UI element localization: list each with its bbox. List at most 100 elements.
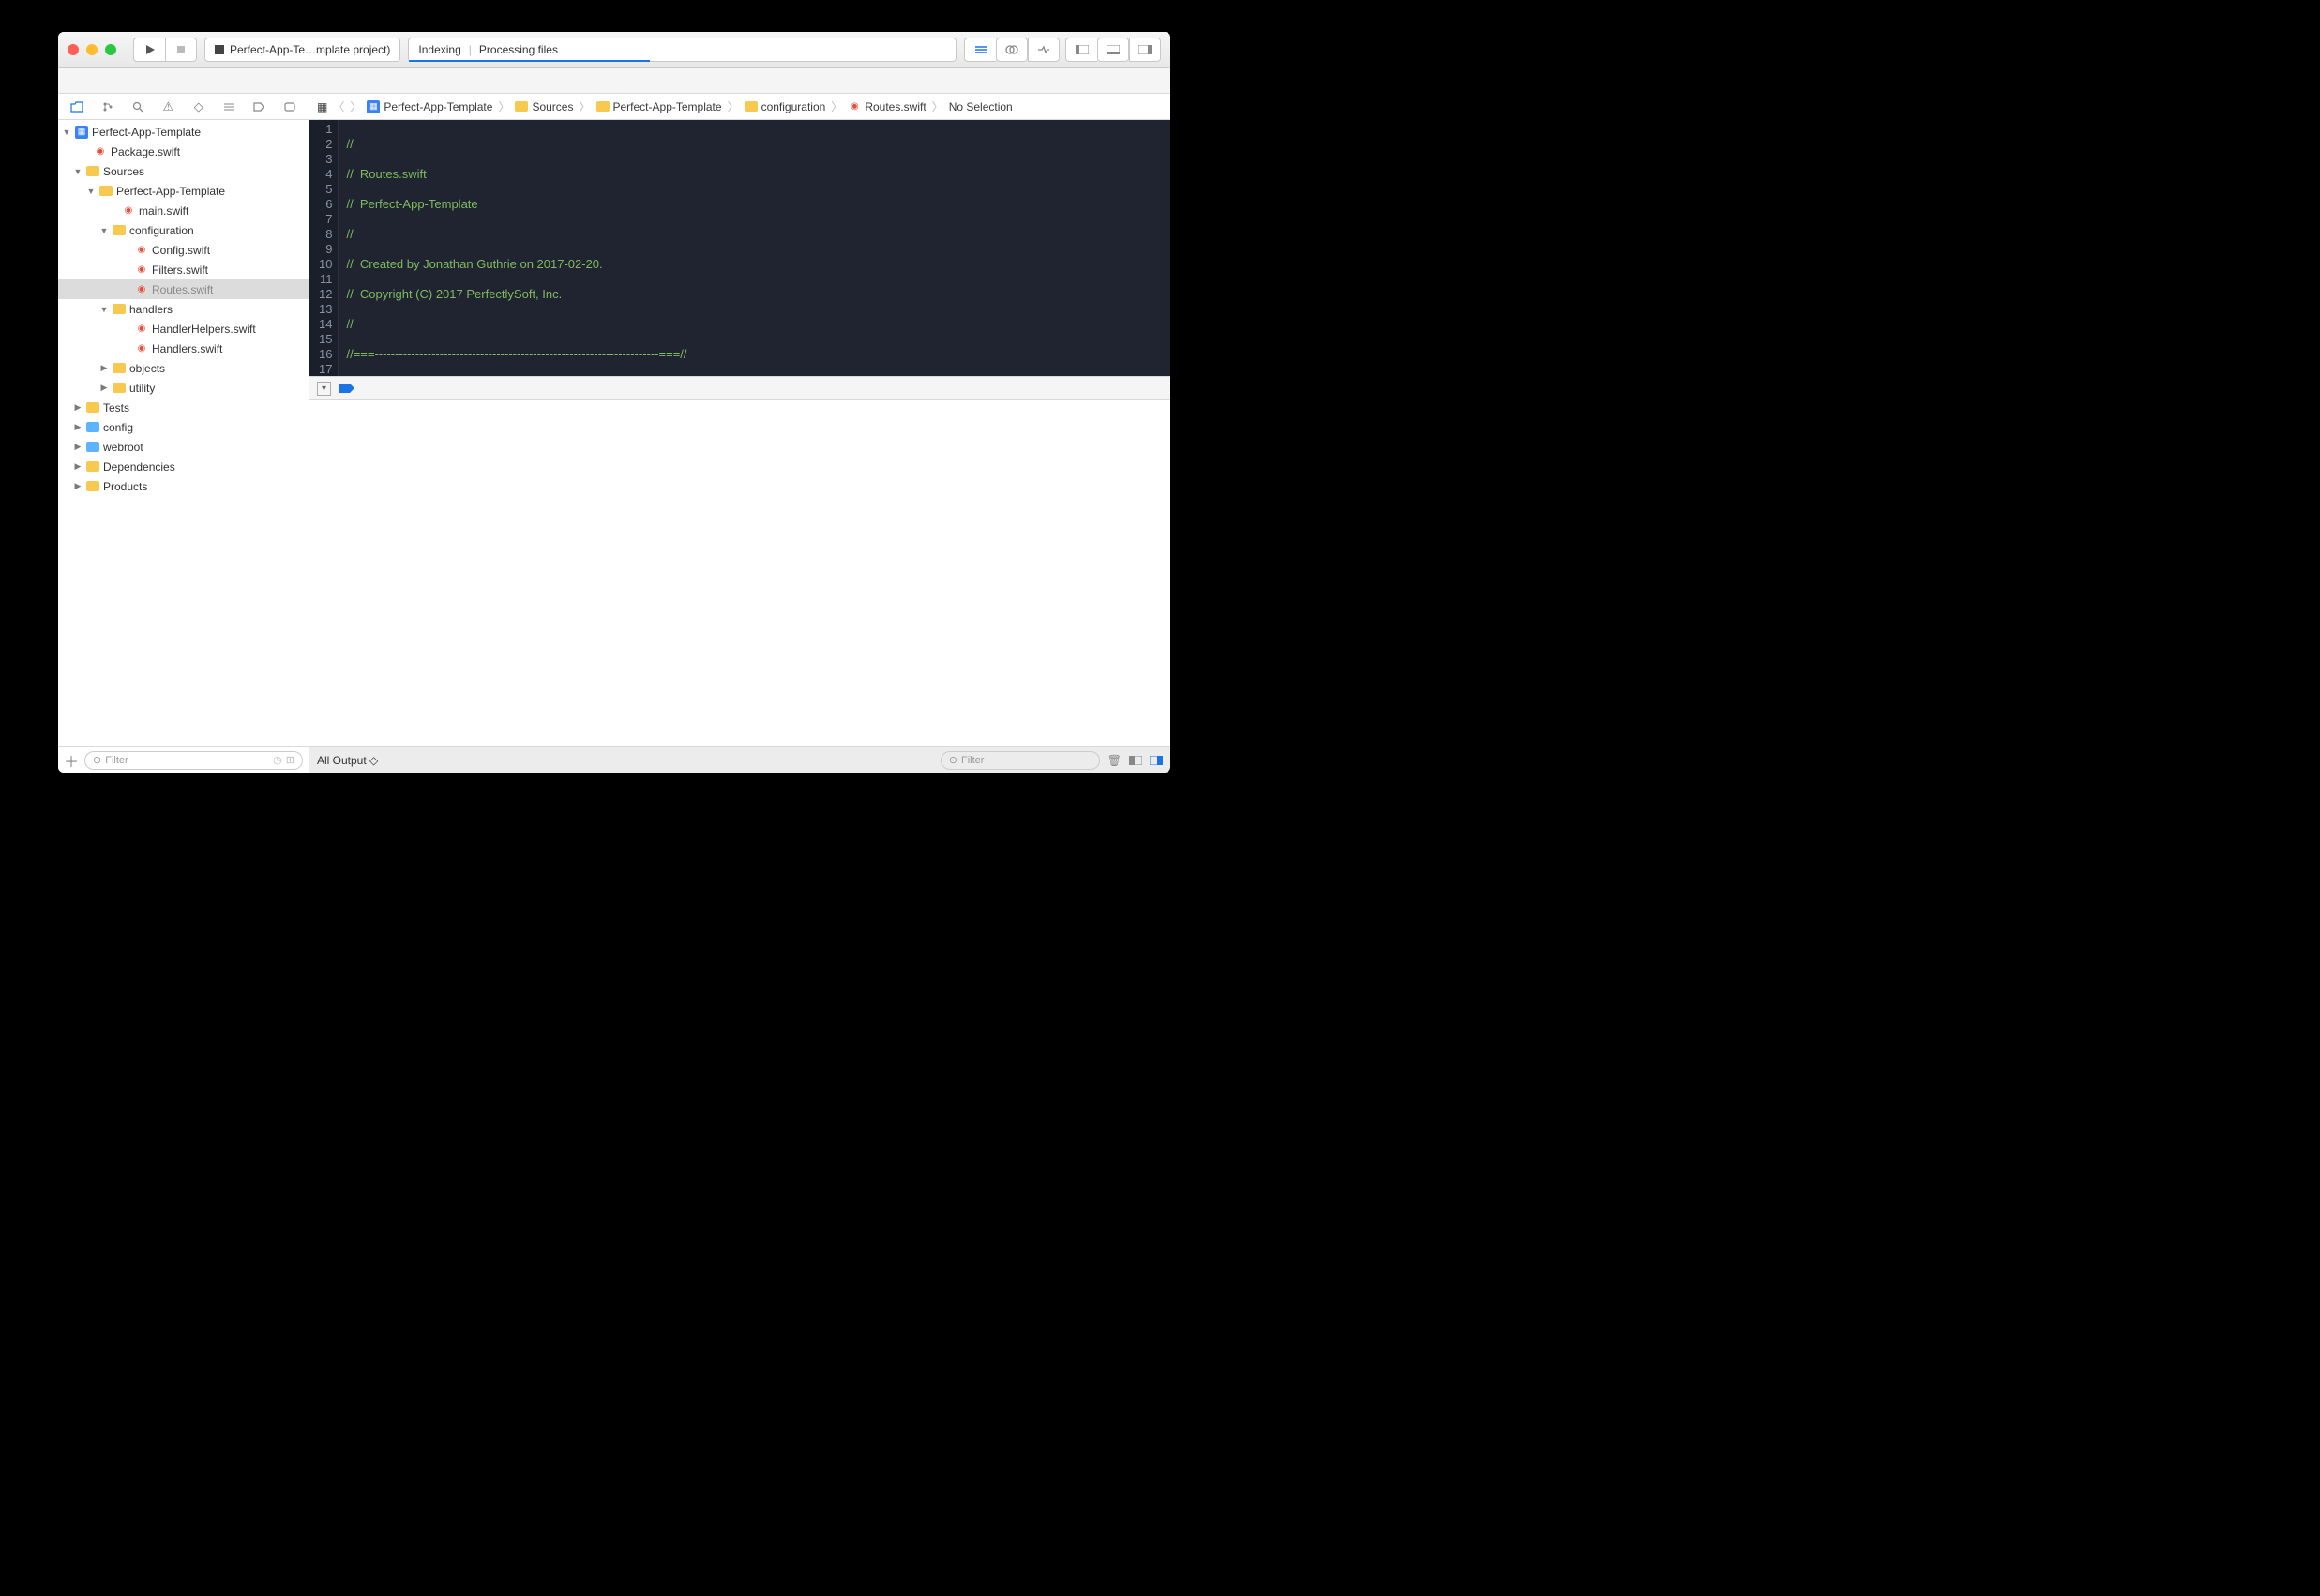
xcode-window: Perfect-App-Te…mplate project) Indexing …	[58, 32, 1170, 773]
add-button[interactable]: ＋	[64, 749, 79, 772]
run-stop-group	[133, 38, 197, 62]
swift-icon: ◉	[135, 283, 148, 296]
navigator-selector: ⚠︎ ◇	[58, 94, 309, 120]
tree-label: Sources	[103, 165, 144, 178]
window-controls	[68, 44, 116, 55]
scm-icon[interactable]: ⊞	[286, 754, 294, 766]
crumb-symbol[interactable]: No Selection	[949, 100, 1013, 113]
toggle-inspector-button[interactable]	[1129, 38, 1161, 62]
swift-icon: ◉	[94, 145, 107, 158]
tree-item-handlerhelpers[interactable]: ◉HandlerHelpers.swift	[58, 319, 309, 339]
tree-label: utility	[129, 382, 155, 395]
navigator-footer: ＋ ⊙ Filter ◷ ⊞	[58, 746, 309, 773]
source-control-navigator-icon[interactable]	[99, 98, 116, 115]
back-button[interactable]: 〈	[333, 98, 344, 114]
tree-label: Config.swift	[152, 244, 210, 257]
filter-placeholder: Filter	[961, 755, 984, 766]
trash-icon[interactable]: 🗑	[1107, 754, 1122, 767]
tree-item-config[interactable]: ◉ Config.swift	[58, 240, 309, 260]
tree-label: Filters.swift	[152, 263, 208, 277]
breakpoints-icon[interactable]	[339, 383, 355, 394]
navigator-filter[interactable]: ⊙ Filter ◷ ⊞	[84, 751, 303, 770]
tree-item-sources[interactable]: ▼Sources	[58, 161, 309, 181]
debug-navigator-icon[interactable]	[220, 98, 237, 115]
close-icon[interactable]	[68, 44, 79, 55]
test-navigator-icon[interactable]: ◇	[190, 98, 207, 115]
folder-icon	[86, 402, 99, 413]
tree-item-handlers[interactable]: ▼handlers	[58, 299, 309, 319]
source-text[interactable]: // // Routes.swift // Perfect-App-Templa…	[339, 120, 817, 376]
standard-editor-button[interactable]	[964, 38, 996, 62]
tree-label: config	[103, 421, 133, 434]
variables-pane-icon[interactable]	[1129, 756, 1142, 765]
crumb-pat[interactable]: Perfect-App-Template	[596, 100, 722, 113]
toolbar-right	[964, 38, 1161, 62]
toggle-navigator-button[interactable]	[1065, 38, 1097, 62]
zoom-icon[interactable]	[105, 44, 116, 55]
crumb-sources[interactable]: Sources	[515, 100, 573, 113]
crumb-project[interactable]: ▦Perfect-App-Template	[367, 100, 492, 113]
code-editor[interactable]: 1234567891011121314151617181920212223242…	[309, 120, 1170, 376]
tree-item-handlersfile[interactable]: ◉Handlers.swift	[58, 339, 309, 358]
tree-label: configuration	[129, 224, 194, 237]
folder-icon	[86, 481, 99, 491]
console-output[interactable]	[309, 400, 1170, 746]
tree-item-dependencies[interactable]: ▶Dependencies	[58, 457, 309, 476]
status-processing: Processing files	[479, 43, 558, 56]
minimize-icon[interactable]	[86, 44, 98, 55]
issue-navigator-icon[interactable]: ⚠︎	[159, 98, 176, 115]
tree-label: Perfect-App-Template	[116, 185, 225, 198]
tree-label: webroot	[103, 441, 143, 454]
folder-icon	[99, 186, 113, 196]
report-navigator-icon[interactable]	[281, 98, 298, 115]
tree-item-configdir[interactable]: ▶config	[58, 417, 309, 437]
jump-bar[interactable]: ▦ 〈 〉 ▦Perfect-App-Template〉 Sources〉 Pe…	[309, 94, 1170, 120]
folder-icon	[596, 101, 610, 112]
tree-item-configuration[interactable]: ▼configuration	[58, 220, 309, 240]
assistant-editor-button[interactable]	[996, 38, 1028, 62]
toggle-debug-button[interactable]	[1097, 38, 1129, 62]
tree-item-package[interactable]: ◉Package.swift	[58, 142, 309, 161]
tree-item-utility[interactable]: ▶utility	[58, 378, 309, 398]
project-icon: ▦	[75, 126, 88, 139]
crumb-file[interactable]: ◉Routes.swift	[848, 100, 926, 113]
recent-icon[interactable]: ◷	[273, 754, 282, 766]
folder-icon	[113, 363, 126, 373]
tree-label: Routes.swift	[152, 283, 213, 296]
related-items-icon[interactable]: ▦	[317, 100, 327, 113]
tree-item-main[interactable]: ◉main.swift	[58, 201, 309, 220]
project-icon: ▦	[367, 100, 380, 113]
folder-icon	[113, 225, 126, 235]
tree-item-webroot[interactable]: ▶webroot	[58, 437, 309, 457]
version-editor-button[interactable]	[1028, 38, 1060, 62]
tree-label: Handlers.swift	[152, 342, 222, 355]
breakpoint-navigator-icon[interactable]	[250, 98, 267, 115]
tree-item-tests[interactable]: ▶Tests	[58, 398, 309, 417]
console-pane-icon[interactable]	[1150, 756, 1163, 765]
project-navigator-icon[interactable]	[68, 98, 85, 115]
editor-area: ▦ 〈 〉 ▦Perfect-App-Template〉 Sources〉 Pe…	[309, 94, 1170, 773]
tree-project-root[interactable]: ▼▦Perfect-App-Template	[58, 122, 309, 142]
console-filter[interactable]: ⊙ Filter	[941, 751, 1100, 770]
tab-bar	[58, 68, 1170, 94]
hide-debug-icon[interactable]: ▾	[317, 382, 331, 396]
tree-item-routes[interactable]: ◉ Routes.swift	[58, 279, 309, 299]
scheme-selector[interactable]: Perfect-App-Te…mplate project)	[204, 38, 400, 62]
tree-item-products[interactable]: ▶Products	[58, 476, 309, 496]
output-selector[interactable]: All Output ◇	[317, 754, 378, 767]
swift-icon: ◉	[848, 100, 861, 113]
tree-item-pat[interactable]: ▼Perfect-App-Template	[58, 181, 309, 201]
tree-item-objects[interactable]: ▶objects	[58, 358, 309, 378]
tree-label: main.swift	[139, 204, 188, 218]
folder-icon	[745, 101, 758, 112]
run-button[interactable]	[133, 38, 165, 62]
file-tree[interactable]: ▼▦Perfect-App-Template ◉Package.swift ▼S…	[58, 120, 309, 746]
stop-button[interactable]	[165, 38, 197, 62]
tree-item-filters[interactable]: ◉Filters.swift	[58, 260, 309, 279]
filter-icon: ⊙	[93, 754, 101, 766]
forward-button[interactable]: 〉	[350, 98, 361, 114]
tree-label: Dependencies	[103, 460, 175, 474]
swift-icon: ◉	[135, 244, 148, 257]
search-navigator-icon[interactable]	[129, 98, 146, 115]
crumb-configuration[interactable]: configuration	[745, 100, 826, 113]
